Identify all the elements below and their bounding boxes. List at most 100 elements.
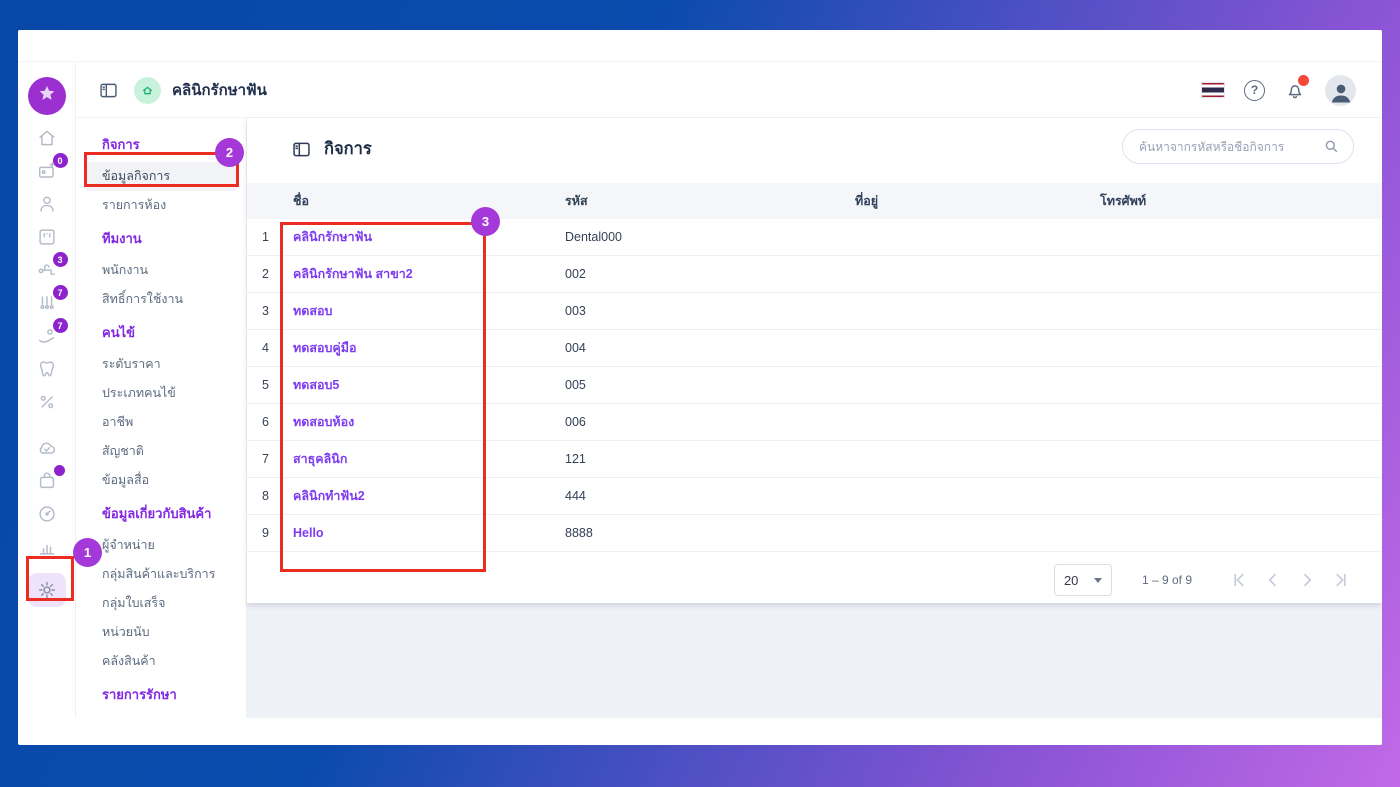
rail-products-icon[interactable]: [35, 465, 65, 491]
rail-dental-tools-icon[interactable]: 7: [35, 285, 68, 313]
table-row: 2 คลินิกรักษาฟัน สาขา2 002: [247, 256, 1382, 293]
sidebar-item[interactable]: คลังสินค้า: [76, 647, 246, 676]
search-icon[interactable]: [1322, 137, 1341, 156]
row-index: 9: [262, 526, 269, 540]
row-code: 444: [565, 489, 586, 503]
column-header-address: ที่อยู่: [855, 194, 879, 208]
page-title: กิจการ: [324, 140, 372, 158]
row-name-link[interactable]: สาธุคลินิก: [293, 452, 347, 466]
sidebar-item[interactable]: สัญชาติ: [76, 437, 246, 466]
thai-flag-language-icon[interactable]: [1201, 82, 1225, 98]
sidebar-item[interactable]: กลุ่มใบเสร็จ: [76, 589, 246, 618]
rail-dental-chair-icon[interactable]: 3: [35, 252, 68, 280]
content-card: กิจการ ชื่อ รหัส ที่อยู่ โทรศัพท์ 1 คลินิ…: [247, 118, 1382, 603]
sidebar-item[interactable]: สิทธิ์การใช้งาน: [76, 285, 246, 314]
sidebar-item[interactable]: ระดับราคา: [76, 350, 246, 379]
table-row: 4 ทดสอบคู่มือ 004: [247, 330, 1382, 367]
table-row: 6 ทดสอบห้อง 006: [247, 404, 1382, 441]
sidebar-item[interactable]: ประเภทคนไข้: [76, 379, 246, 408]
row-index: 4: [262, 341, 269, 355]
content-background: [247, 603, 1382, 718]
sidebar-item[interactable]: ข้อมูลสื่อ: [76, 466, 246, 495]
table-row: 8 คลินิกทำฟัน2 444: [247, 478, 1382, 515]
next-page-button[interactable]: [1294, 567, 1320, 593]
settings-sidebar: กิจการ ข้อมูลกิจการ รายการห้อง ทีมงาน พนักงา…: [76, 118, 247, 718]
app-window: 0 3 7 7 คลินิกรักษาฟัน ? กิจการข้อมูลกิจการ…: [18, 30, 1382, 745]
icon-rail: 0 3 7 7: [18, 63, 76, 718]
notification-dot: [1298, 75, 1309, 86]
row-name-link[interactable]: คลินิกรักษาฟัน: [293, 230, 372, 244]
rail-patients-icon[interactable]: [35, 193, 59, 214]
pagination-bar: 20 1 – 9 of 9: [247, 558, 1382, 602]
row-name-link: ทดสอบห้อง: [293, 412, 565, 432]
sidebar-item[interactable]: ผู้จำหน่าย: [76, 531, 246, 560]
row-name-link[interactable]: ทดสอบ5: [293, 378, 339, 392]
rail-badge: 3: [52, 252, 68, 267]
row-name-link[interactable]: คลินิกรักษาฟัน สาขา2: [293, 267, 413, 281]
sidebar-section-header: รายการรักษา: [102, 687, 177, 702]
rail-usage-meter-icon[interactable]: [35, 503, 59, 524]
row-index: 1: [262, 230, 269, 244]
row-name-link: ทดสอบ5: [293, 375, 565, 395]
row-name-link[interactable]: ทดสอบ: [293, 304, 332, 318]
row-index: 5: [262, 378, 269, 392]
search-box: [1122, 129, 1354, 164]
row-name-link: สาธุคลินิก: [293, 449, 565, 469]
row-name-link: ทดสอบ: [293, 301, 565, 321]
chevron-down-icon: [1093, 577, 1102, 583]
last-page-button[interactable]: [1328, 567, 1354, 593]
sidebar-item[interactable]: พนักงาน: [76, 256, 246, 285]
main-content: กิจการ ชื่อ รหัส ที่อยู่ โทรศัพท์ 1 คลินิ…: [247, 118, 1382, 745]
previous-page-button[interactable]: [1260, 567, 1286, 593]
rail-home-icon[interactable]: [35, 127, 59, 148]
row-name-link[interactable]: คลินิกทำฟัน2: [293, 489, 365, 503]
row-code: 005: [565, 378, 586, 392]
sidebar-section-header: คนไข้: [102, 325, 136, 340]
page-title-icon: [291, 139, 312, 160]
sidebar-item[interactable]: ข้อมูลกิจการ: [84, 162, 238, 191]
row-code: 002: [565, 267, 586, 281]
sidebar-item[interactable]: รายการห้อง: [76, 191, 246, 220]
first-page-button[interactable]: [1226, 567, 1252, 593]
column-header-code: รหัส: [565, 194, 588, 208]
row-code: 004: [565, 341, 586, 355]
rail-reports-icon[interactable]: [35, 536, 59, 557]
rail-rooms-icon[interactable]: [35, 226, 59, 247]
row-code: 006: [565, 415, 586, 429]
row-name-link[interactable]: ทดสอบห้อง: [293, 415, 354, 429]
row-index: 7: [262, 452, 269, 466]
sidebar-item[interactable]: อาชีพ: [76, 408, 246, 437]
sidebar-toggle-icon[interactable]: [98, 80, 119, 101]
sidebar-section-header: ข้อมูลเกี่ยวกับสินค้า: [102, 506, 212, 521]
row-name-link[interactable]: ทดสอบคู่มือ: [293, 341, 357, 355]
app-title: คลินิกรักษาฟัน: [172, 82, 267, 99]
rail-badge: 7: [52, 318, 68, 333]
row-code: 8888: [565, 526, 593, 540]
help-icon[interactable]: ?: [1244, 79, 1265, 101]
rail-settings-icon[interactable]: [27, 573, 66, 607]
rail-discounts-icon[interactable]: [35, 391, 59, 412]
rail-badge: 0: [52, 153, 68, 168]
workspace-home-icon: [134, 76, 161, 104]
rail-appointments-icon[interactable]: 0: [35, 153, 68, 181]
sidebar-section-header: กิจการ: [102, 137, 140, 152]
brand-star-logo[interactable]: [27, 77, 66, 115]
star-icon: [36, 83, 58, 110]
sidebar-item[interactable]: กลุ่มสินค้าและบริการ: [76, 560, 246, 589]
row-index: 2: [262, 267, 269, 281]
sidebar-item[interactable]: หน่วยนับ: [76, 618, 246, 647]
rail-tooth-icon[interactable]: [35, 358, 59, 379]
rail-services-icon[interactable]: 7: [35, 318, 68, 346]
user-avatar[interactable]: [1325, 74, 1356, 106]
row-name-link: คลินิกทำฟัน2: [293, 486, 565, 506]
row-name-link: คลินิกรักษาฟัน สาขา2: [293, 264, 565, 284]
notifications-bell-icon[interactable]: [1284, 75, 1309, 101]
row-name-link: Hello: [293, 526, 565, 540]
rail-cloud-sync-icon[interactable]: [35, 437, 59, 458]
search-input[interactable]: [1139, 139, 1322, 154]
table-row: 3 ทดสอบ 003: [247, 293, 1382, 330]
table-header-row: ชื่อ รหัส ที่อยู่ โทรศัพท์: [247, 183, 1382, 219]
page-size-select[interactable]: 20: [1053, 564, 1112, 596]
row-name-link[interactable]: Hello: [293, 526, 324, 540]
rail-badge: [53, 465, 65, 476]
